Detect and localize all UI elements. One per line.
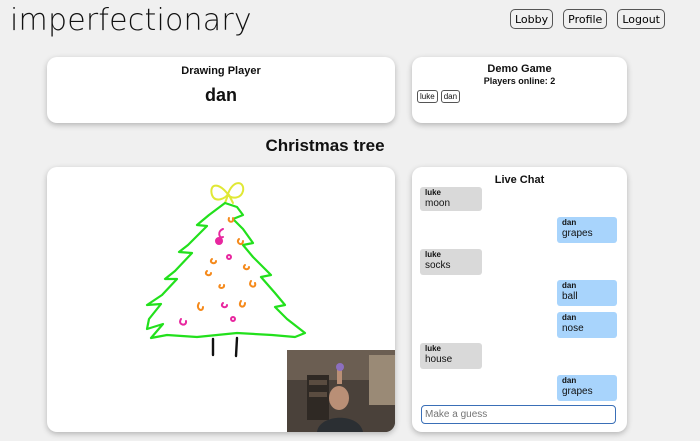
top-nav: Lobby Profile Logout — [509, 9, 665, 29]
star-stroke — [210, 182, 245, 204]
profile-button[interactable]: Profile — [563, 9, 608, 29]
drawing-player-name: dan — [204, 85, 237, 105]
chat-message-user: luke — [425, 344, 442, 353]
chat-message-user: luke — [425, 250, 442, 259]
ornaments — [179, 217, 257, 326]
tree-trunk — [211, 336, 239, 358]
drawing-canvas[interactable] — [47, 167, 395, 432]
chat-message: dan ball — [557, 280, 617, 306]
player-list: luke dan — [417, 90, 627, 103]
chat-message-text: grapes — [562, 386, 593, 397]
chat-message-user: dan — [562, 281, 577, 290]
players-online-count: Players online: 2 — [483, 76, 556, 86]
lobby-button[interactable]: Lobby — [509, 9, 554, 29]
logout-button[interactable]: Logout — [617, 9, 665, 29]
chat-message-text: moon — [425, 198, 451, 209]
drawing-player-title: Drawing Player — [181, 65, 261, 77]
guess-input[interactable] — [421, 405, 616, 424]
game-info-card: Demo Game Players online: 2 luke dan — [412, 57, 627, 123]
chat-message: dan grapes — [557, 375, 617, 401]
chat-title: Live Chat — [494, 174, 545, 186]
game-title: Demo Game — [487, 63, 552, 75]
chat-message-user: dan — [562, 313, 577, 322]
chat-message: dan grapes — [557, 217, 617, 243]
chat-message-text: grapes — [562, 228, 593, 239]
tree-stroke — [145, 201, 307, 340]
chat-message: luke house — [420, 343, 482, 369]
player-chip: dan — [440, 90, 461, 103]
webcam-video — [287, 350, 395, 432]
chat-message: luke socks — [420, 249, 482, 275]
drawing-player-card: Drawing Player dan — [47, 57, 395, 123]
chat-message: dan nose — [557, 312, 617, 338]
chat-message-user: dan — [562, 218, 577, 227]
app-logo: imperfectionary — [10, 3, 252, 38]
chat-message-text: nose — [562, 323, 584, 334]
chat-message: luke moon — [420, 187, 482, 211]
player-chip: luke — [417, 90, 438, 103]
word-container: Christmas tree — [0, 136, 700, 156]
chat-message-text: ball — [562, 291, 578, 302]
chat-message-user: dan — [562, 376, 577, 385]
chat-message-user: luke — [425, 188, 442, 197]
chat-message-text: house — [425, 354, 453, 365]
live-chat-panel: Live Chat luke moon dan grapes luke sock… — [412, 167, 627, 432]
current-word: Christmas tree — [265, 136, 385, 155]
chat-message-text: socks — [425, 260, 451, 271]
